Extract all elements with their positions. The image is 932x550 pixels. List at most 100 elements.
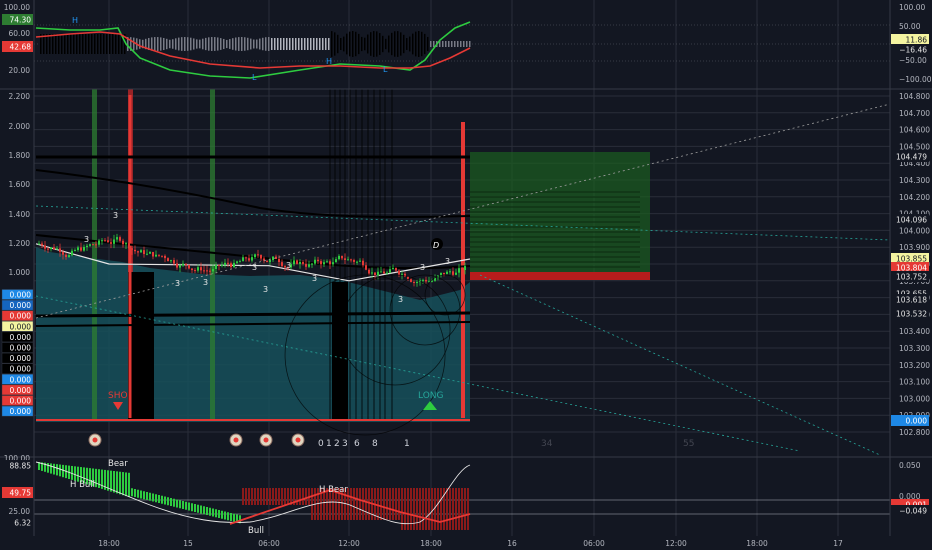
bottom-histogram-bar	[137, 489, 139, 498]
candle-body	[395, 268, 397, 271]
candle-body	[413, 281, 415, 283]
top-histogram-bar	[181, 37, 183, 51]
bottom-histogram-bar	[428, 488, 430, 530]
top-left-tick: 20.00	[9, 66, 31, 75]
candle-body	[254, 254, 256, 258]
bottom-histogram-bar	[188, 502, 190, 511]
top-histogram-bar	[421, 31, 423, 57]
marker-dot-3	[295, 437, 301, 443]
top-histogram-bar	[310, 38, 312, 50]
top-histogram-bar	[238, 37, 240, 51]
top-histogram-bar	[394, 31, 396, 57]
bottom-histogram-bar	[125, 472, 127, 497]
candle-body	[140, 250, 142, 253]
top-histogram-bar	[433, 41, 435, 47]
bottom-histogram-bar	[350, 488, 352, 520]
main-left-tick: 1.000	[9, 268, 31, 277]
top-histogram-bar	[196, 39, 198, 49]
bottom-histogram-bar	[467, 488, 469, 530]
main-right-badge: 104.479	[896, 153, 927, 162]
candle-body	[431, 280, 433, 282]
top-histogram-bar	[229, 39, 231, 49]
bottom-histogram-bar	[170, 498, 172, 506]
candle-body	[455, 272, 457, 275]
candle-body	[170, 260, 172, 262]
main-right-tick: 104.600	[899, 126, 930, 135]
candle-body	[338, 255, 340, 260]
top-histogram-bar	[460, 41, 462, 47]
top-histogram-bar	[331, 31, 333, 57]
bottom-number: 3	[342, 439, 348, 449]
candle-body	[353, 260, 355, 262]
bottom-histogram-bar	[458, 488, 460, 530]
bottom-left-badge: 88.85	[10, 462, 32, 471]
top-histogram-bar	[70, 34, 72, 54]
time-label: 18:00	[746, 539, 768, 548]
main-left-tick: 1.200	[9, 239, 31, 248]
top-histogram-bar	[250, 38, 252, 50]
top-histogram-bar	[349, 31, 351, 57]
count-label: 3	[286, 261, 291, 270]
candle-body	[317, 259, 319, 262]
candle-body	[203, 270, 205, 272]
bottom-histogram-bar	[119, 471, 121, 495]
top-label-l1: L	[252, 73, 257, 82]
candle-body	[92, 244, 94, 246]
candle-body	[410, 279, 412, 282]
time-axis[interactable]: 18:00 15 06:00 12:00 18:00 16 06:00 12:00 18:00 1…	[0, 536, 932, 550]
candle-body	[296, 260, 298, 264]
bottom-histogram-bar	[161, 495, 163, 504]
profit-zone	[470, 152, 650, 274]
candle-body	[227, 262, 229, 264]
candle-body	[371, 272, 373, 274]
main-left-badge: 0.000	[10, 386, 32, 395]
top-histogram-bar	[304, 38, 306, 50]
bottom-histogram-bar	[242, 488, 244, 505]
candle-body	[233, 262, 235, 268]
top-histogram-bar	[193, 38, 195, 50]
bottom-histogram-bar	[182, 501, 184, 509]
top-histogram-bar	[172, 39, 174, 49]
candle-body	[191, 268, 193, 271]
top-right-tick: −50.00	[899, 56, 927, 65]
time-label: 17	[833, 539, 843, 548]
bottom-histogram-bar	[53, 463, 55, 475]
candle-body	[266, 260, 268, 263]
count-label: 3	[175, 279, 180, 288]
top-histogram-bar	[211, 37, 213, 51]
candle-body	[350, 259, 352, 261]
bottom-histogram-bar	[296, 488, 298, 505]
top-histogram-bar	[253, 39, 255, 49]
candle-body	[41, 243, 43, 246]
count-label: 3	[312, 274, 317, 283]
bottom-histogram-bar	[368, 488, 370, 520]
top-histogram-bar	[397, 31, 399, 57]
bottom-number: 2	[334, 439, 340, 449]
candle-body	[278, 258, 280, 263]
bottom-left-tick: 25.00	[9, 507, 31, 516]
top-histogram-bar	[226, 39, 228, 49]
candle-body	[332, 262, 334, 265]
top-histogram-bar	[454, 41, 456, 47]
bottom-histogram-bar	[260, 488, 262, 505]
top-label-h2: H	[326, 57, 332, 66]
trading-chart[interactable]: H H L L SHO LONG D 333 33333333 0 1 2 3 …	[0, 0, 932, 550]
bottom-histogram-bar	[284, 488, 286, 505]
top-histogram-bar	[178, 37, 180, 51]
bottom-histogram-bar	[74, 466, 76, 481]
top-histogram-bar	[346, 33, 348, 55]
bottom-histogram-bar	[419, 488, 421, 530]
top-histogram-bar	[382, 35, 384, 53]
top-histogram-bar	[373, 31, 375, 57]
top-histogram-bar	[307, 38, 309, 50]
candle-body	[242, 257, 244, 262]
bottom-histogram-bar	[152, 493, 154, 502]
candle-body	[224, 262, 226, 265]
main-left-tick: 2.000	[9, 122, 31, 131]
main-left-badge: 0.000	[10, 407, 32, 416]
marker-dot-1	[233, 437, 239, 443]
marker-dot-0	[92, 437, 98, 443]
candle-body	[422, 279, 424, 281]
time-label: 12:00	[665, 539, 687, 548]
top-histogram-bar	[301, 38, 303, 50]
